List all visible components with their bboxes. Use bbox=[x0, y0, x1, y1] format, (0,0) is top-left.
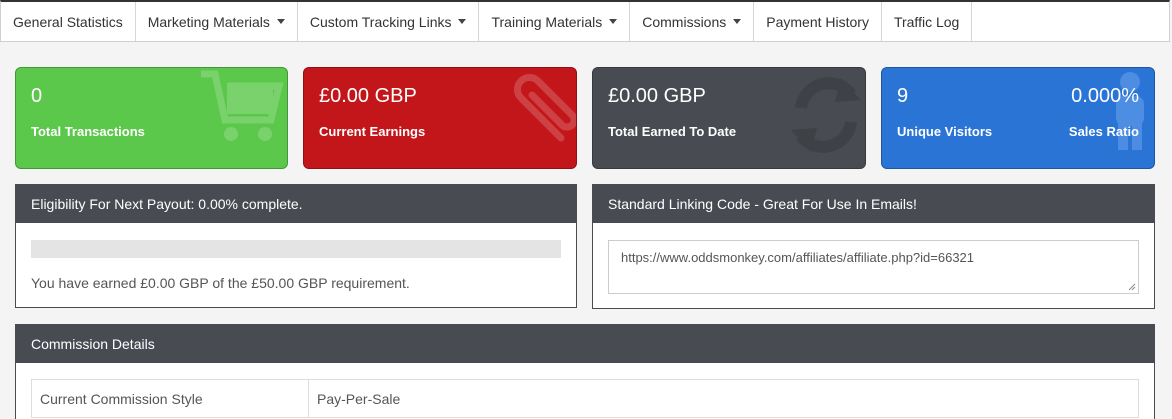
refresh-icon bbox=[791, 77, 861, 153]
stat-unique-visitors: 9 Unique Visitors 0.000% Sales Ratio bbox=[881, 67, 1155, 169]
stat-value: £0.00 GBP bbox=[608, 85, 706, 107]
stat-label: Current Earnings bbox=[319, 124, 426, 139]
caret-down-icon bbox=[733, 19, 742, 24]
stat-value: 0 bbox=[31, 85, 43, 107]
commission-style-label: Current Commission Style bbox=[31, 379, 309, 418]
commission-details-panel: Commission Details Current Commission St… bbox=[15, 324, 1155, 419]
nav-label: Training Materials bbox=[491, 13, 603, 30]
stat-label: Total Transactions bbox=[31, 124, 145, 139]
nav-commissions[interactable]: Commissions bbox=[630, 2, 755, 41]
caret-down-icon bbox=[609, 19, 618, 24]
nav-custom-tracking-links[interactable]: Custom Tracking Links bbox=[298, 2, 480, 41]
earned-requirement-text: You have earned £0.00 GBP of the £50.00 … bbox=[31, 275, 410, 291]
resize-grip-icon[interactable] bbox=[1128, 283, 1136, 291]
stat-total-earned-to-date: £0.00 GBP Total Earned To Date bbox=[592, 67, 866, 169]
nav-label: Payment History bbox=[766, 13, 869, 30]
eligibility-title: Eligibility For Next Payout: 0.00% compl… bbox=[16, 185, 576, 223]
linking-code-panel: Standard Linking Code - Great For Use In… bbox=[592, 184, 1155, 309]
users-icon bbox=[1116, 72, 1144, 150]
eligibility-panel: Eligibility For Next Payout: 0.00% compl… bbox=[15, 184, 577, 308]
nav-payment-history[interactable]: Payment History bbox=[754, 2, 882, 41]
sales-ratio-label: Sales Ratio bbox=[1068, 124, 1139, 139]
paperclip-icon bbox=[514, 74, 576, 142]
nav-general-statistics[interactable]: General Statistics bbox=[1, 2, 136, 41]
table-row: Current Commission Style Pay-Per-Sale bbox=[31, 379, 1139, 418]
caret-down-icon bbox=[458, 19, 467, 24]
stat-value: 9 bbox=[897, 85, 909, 107]
nav-label: Custom Tracking Links bbox=[309, 13, 452, 30]
stat-total-transactions: 0 Total Transactions bbox=[15, 67, 288, 169]
nav-label: General Statistics bbox=[13, 13, 123, 30]
top-navigation: General Statistics Marketing Materials C… bbox=[0, 0, 1170, 42]
linking-code-url: https://www.oddsmonkey.com/affiliates/af… bbox=[621, 250, 975, 265]
nav-traffic-log[interactable]: Traffic Log bbox=[882, 2, 973, 41]
commission-table: Current Commission Style Pay-Per-Sale bbox=[31, 379, 1139, 418]
linking-code-textarea[interactable]: https://www.oddsmonkey.com/affiliates/af… bbox=[608, 240, 1139, 294]
stat-label: Unique Visitors bbox=[897, 124, 993, 139]
commission-style-value: Pay-Per-Sale bbox=[308, 379, 1139, 418]
nav-label: Traffic Log bbox=[893, 13, 960, 30]
nav-label: Commissions bbox=[642, 13, 727, 30]
stat-current-earnings: £0.00 GBP Current Earnings bbox=[303, 67, 577, 169]
commission-details-title: Commission Details bbox=[16, 325, 1154, 363]
stat-value: £0.00 GBP bbox=[319, 85, 417, 107]
nav-training-materials[interactable]: Training Materials bbox=[479, 2, 631, 41]
shopping-cart-icon bbox=[201, 70, 284, 141]
nav-marketing-materials[interactable]: Marketing Materials bbox=[136, 2, 298, 41]
caret-down-icon bbox=[276, 19, 285, 24]
nav-label: Marketing Materials bbox=[147, 13, 270, 30]
linking-code-title: Standard Linking Code - Great For Use In… bbox=[593, 185, 1154, 223]
sales-ratio-value: 0.000% bbox=[1071, 85, 1139, 107]
payout-progress-bar bbox=[31, 240, 561, 258]
stat-label: Total Earned To Date bbox=[608, 124, 737, 139]
